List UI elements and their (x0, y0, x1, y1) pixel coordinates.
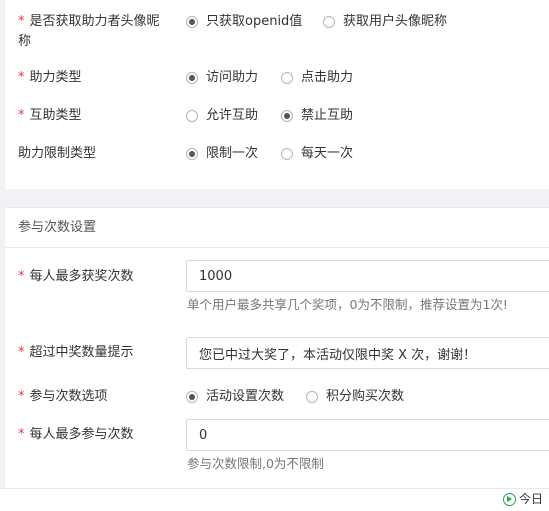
avatar-setting-label: * 是否获取助力者头像昵称 (18, 14, 160, 49)
assist-type-label: * 助力类型 (18, 70, 82, 85)
option-label: 访问助力 (206, 70, 259, 85)
count-option-label: * 参与次数选项 (18, 389, 108, 404)
limit-type-label: 助力限制类型 (18, 146, 97, 161)
required-mark: * (18, 70, 25, 85)
max-prizes-input[interactable] (186, 260, 549, 292)
today-label: 今日 (519, 492, 544, 506)
radio-openid-only[interactable]: 只获取openid值 (186, 12, 302, 32)
radio-get-avatar-nickname[interactable]: 获取用户头像昵称 (323, 12, 447, 32)
radio-circle[interactable] (281, 148, 293, 160)
mutual-type-label: * 互助类型 (18, 108, 82, 123)
required-mark: * (18, 345, 25, 360)
today-button[interactable]: 今日 (503, 491, 543, 507)
radio-limit-once[interactable]: 限制一次 (186, 144, 258, 164)
radio-circle[interactable] (281, 110, 293, 122)
participation-settings-panel: 参与次数设置 *每人最多获奖次数 单个用户最多共享几个奖项，0为不限制，推荐设置… (5, 207, 549, 489)
max-participation-hint: 参与次数限制,0为不限制 (187, 456, 324, 471)
radio-circle[interactable] (323, 16, 335, 28)
radio-once-per-day[interactable]: 每天一次 (281, 144, 353, 164)
section-header: 参与次数设置 (5, 208, 549, 248)
option-label: 积分购买次数 (326, 389, 405, 404)
option-label: 限制一次 (206, 146, 259, 161)
radio-visit-assist[interactable]: 访问助力 (186, 68, 258, 88)
radio-allow-mutual[interactable]: 允许互助 (186, 106, 258, 126)
required-mark: * (18, 427, 25, 442)
option-label: 允许互助 (206, 108, 259, 123)
assist-settings-panel: * 是否获取助力者头像昵称 只获取openid值 获取用户头像昵称 * 助力类型 访… (5, 0, 549, 189)
option-label: 活动设置次数 (206, 389, 285, 404)
required-mark: * (18, 389, 25, 404)
section-title: 参与次数设置 (18, 220, 97, 235)
option-label: 点击助力 (301, 70, 354, 85)
option-label: 禁止互助 (301, 108, 354, 123)
over-limit-tip-input[interactable] (186, 337, 549, 369)
option-label: 每天一次 (301, 146, 354, 161)
option-label: 只获取openid值 (206, 14, 303, 29)
over-limit-tip-label: * 超过中奖数量提示 (18, 345, 134, 360)
radio-circle[interactable] (186, 16, 198, 28)
option-label: 获取用户头像昵称 (343, 14, 448, 29)
radio-forbid-mutual[interactable]: 禁止互助 (281, 106, 353, 126)
max-prizes-hint: 单个用户最多共享几个奖项，0为不限制，推荐设置为1次! (187, 297, 508, 312)
radio-circle[interactable] (306, 391, 318, 403)
radio-circle[interactable] (186, 72, 198, 84)
max-participation-label: * 每人最多参与次数 (18, 427, 134, 442)
required-mark: * (18, 14, 25, 29)
max-prizes-label: * 每人最多获奖次数 (18, 269, 134, 284)
radio-circle[interactable] (281, 72, 293, 84)
radio-click-assist[interactable]: 点击助力 (281, 68, 353, 88)
bottom-bar: 今日 (0, 488, 549, 511)
radio-circle[interactable] (186, 148, 198, 160)
radio-circle[interactable] (186, 110, 198, 122)
radio-points-purchase[interactable]: 积分购买次数 (306, 387, 404, 407)
max-participation-input[interactable] (186, 419, 549, 451)
required-mark: * (18, 269, 25, 284)
radio-activity-count[interactable]: 活动设置次数 (186, 387, 284, 407)
play-circle-icon (503, 492, 516, 506)
required-mark: * (18, 108, 25, 123)
radio-circle[interactable] (186, 391, 198, 403)
